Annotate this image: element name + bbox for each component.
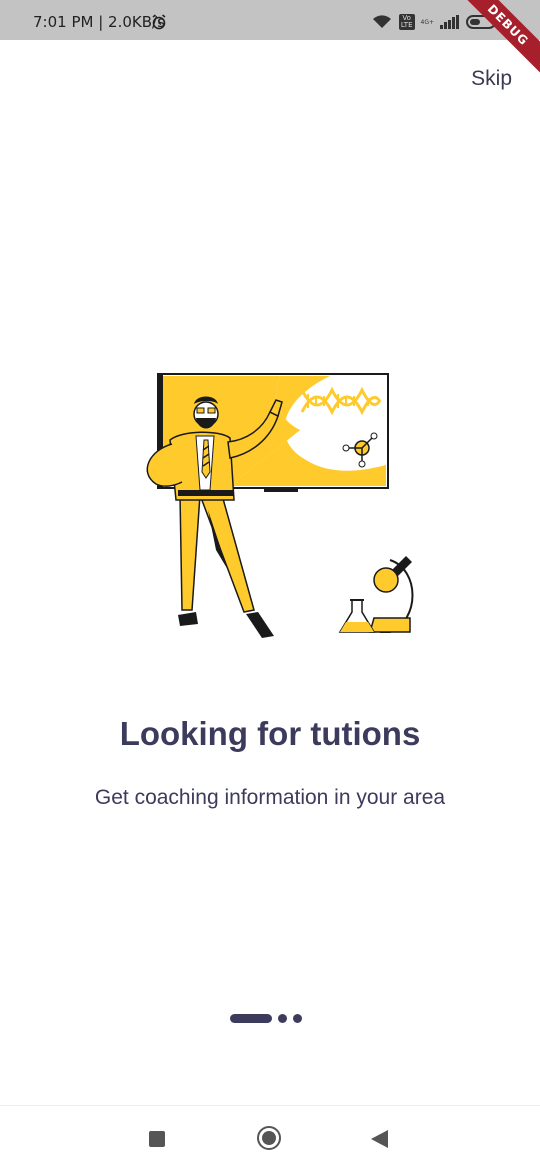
page-dot[interactable] [293,1013,302,1023]
system-nav-bar [0,1105,540,1170]
alarm-clock-icon [152,14,166,30]
teacher-illustration [146,373,414,638]
volte-badge: Vo LTE [398,14,415,30]
network-type: 4G+ [420,18,435,26]
wifi-icon [372,15,391,28]
page-dot-active[interactable] [230,1013,272,1023]
signal-icon [440,15,459,29]
onboarding-screen: 7:01 PM | 2.0KB/s Vo LTE 4G+ DEBUG Skip … [0,0,540,1170]
page-dot[interactable] [278,1013,287,1023]
circle-icon[interactable] [257,1126,281,1150]
status-time: 7:01 PM | 2.0KB/s [33,13,165,31]
onboarding-subtitle: Get coaching information in your area [94,786,446,809]
onboarding-title: Looking for tutions [119,715,421,752]
status-icons: Vo LTE 4G+ [371,13,496,31]
page-indicator [230,1013,302,1023]
skip-button[interactable]: Skip [471,67,512,91]
square-icon[interactable] [149,1131,165,1147]
status-bar: 7:01 PM | 2.0KB/s Vo LTE 4G+ [0,0,540,40]
triangle-back-icon[interactable] [371,1130,388,1148]
